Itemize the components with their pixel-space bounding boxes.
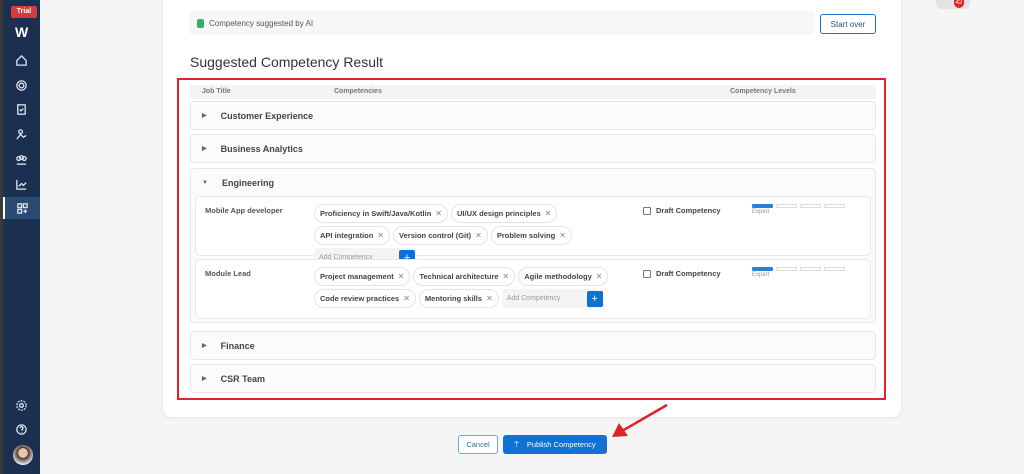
annotation-arrow [612, 403, 668, 437]
